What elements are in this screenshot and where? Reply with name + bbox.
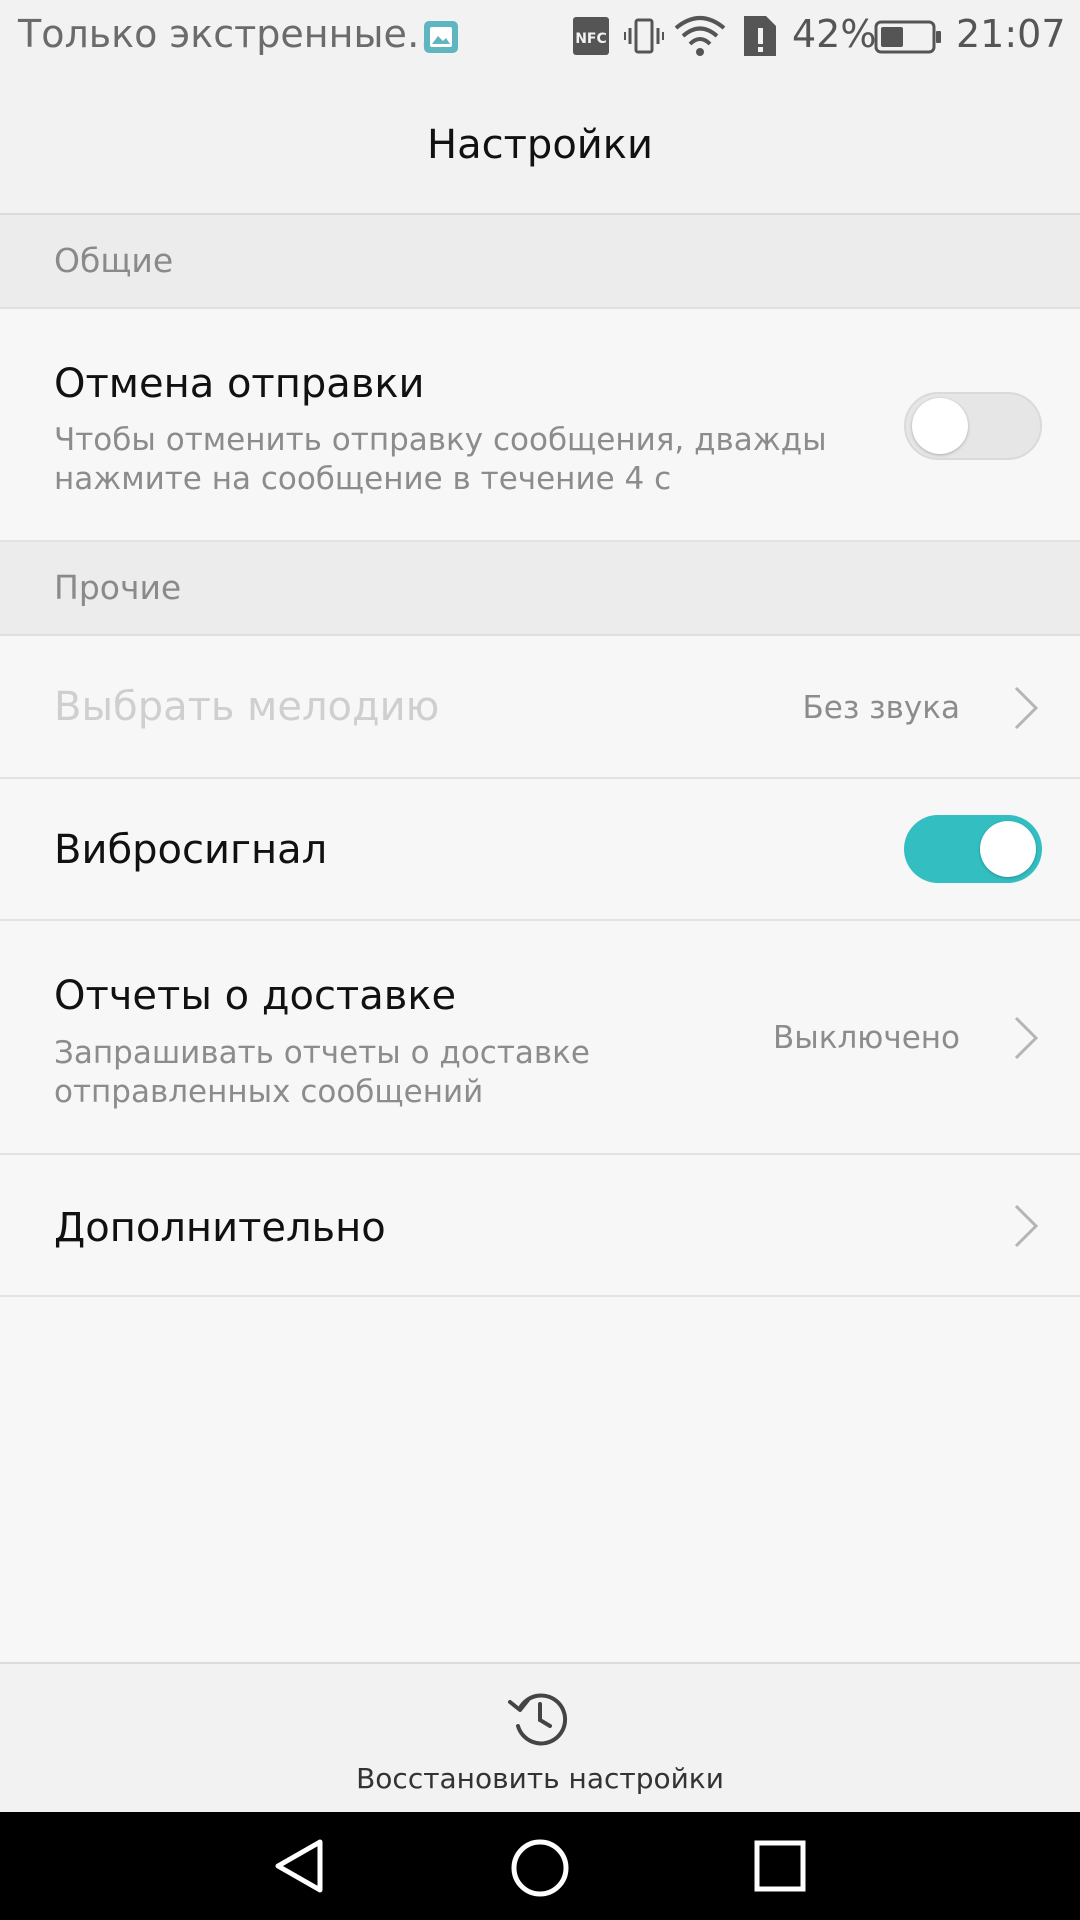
section-header-general: Общие: [0, 215, 1080, 309]
section-label: Прочие: [54, 568, 182, 607]
status-icons: NFC 42% 21:07: [572, 12, 1066, 62]
navigation-bar: [0, 1812, 1080, 1920]
setting-title: Отчеты о доставке: [54, 973, 457, 1019]
toggle-knob: [980, 821, 1036, 877]
restore-settings-button[interactable]: Восстановить настройки: [0, 1662, 1080, 1812]
section-header-other: Прочие: [0, 542, 1080, 636]
vibrate-icon: [624, 18, 664, 54]
page-title: Настройки: [427, 122, 653, 168]
wifi-icon: [674, 16, 726, 56]
nfc-icon: NFC: [573, 17, 609, 55]
home-icon[interactable]: [510, 1838, 570, 1898]
setting-cancel-send[interactable]: Отмена отправки Чтобы отменить отправку …: [0, 309, 1080, 542]
setting-title: Вибросигнал: [54, 827, 328, 873]
chevron-right-icon: [1014, 1204, 1039, 1248]
section-label: Общие: [54, 241, 174, 280]
restore-settings-label: Восстановить настройки: [356, 1762, 724, 1795]
setting-delivery-reports[interactable]: Отчеты о доставке Запрашивать отчеты о д…: [0, 921, 1080, 1155]
app-bar: Настройки: [0, 76, 1080, 215]
chevron-right-icon: [1014, 686, 1039, 730]
setting-subtitle: нажмите на сообщение в течение 4 с: [54, 461, 672, 497]
setting-vibration[interactable]: Вибросигнал: [0, 779, 1080, 921]
setting-title: Выбрать мелодию: [54, 684, 440, 730]
setting-title: Дополнительно: [54, 1205, 386, 1251]
setting-ringtone[interactable]: Выбрать мелодию Без звука: [0, 636, 1080, 779]
status-bar: Только экстренные… NFC 42% 21:07: [0, 0, 1080, 76]
setting-subtitle: отправленных сообщений: [54, 1074, 484, 1110]
svg-text:NFC: NFC: [575, 31, 607, 47]
gallery-icon: [424, 21, 458, 53]
setting-value: Без звука: [802, 690, 961, 726]
recents-icon[interactable]: [752, 1838, 808, 1894]
setting-title: Отмена отправки: [54, 361, 425, 407]
battery-percent: 42%: [792, 12, 877, 56]
notification-text: Только экстренные…: [18, 12, 445, 56]
battery-icon: [874, 20, 941, 54]
setting-value: Выключено: [773, 1020, 960, 1056]
toggle-knob: [912, 398, 968, 454]
history-icon: [508, 1693, 568, 1746]
back-icon[interactable]: [272, 1838, 328, 1894]
cancel-send-toggle[interactable]: [904, 392, 1042, 460]
setting-subtitle: Чтобы отменить отправку сообщения, дважд…: [54, 422, 827, 458]
chevron-right-icon: [1014, 1016, 1039, 1060]
setting-advanced[interactable]: Дополнительно: [0, 1155, 1080, 1297]
clock: 21:07: [956, 12, 1066, 56]
sim-alert-icon: [744, 16, 776, 56]
setting-subtitle: Запрашивать отчеты о доставке: [54, 1035, 590, 1071]
vibration-toggle[interactable]: [904, 815, 1042, 883]
